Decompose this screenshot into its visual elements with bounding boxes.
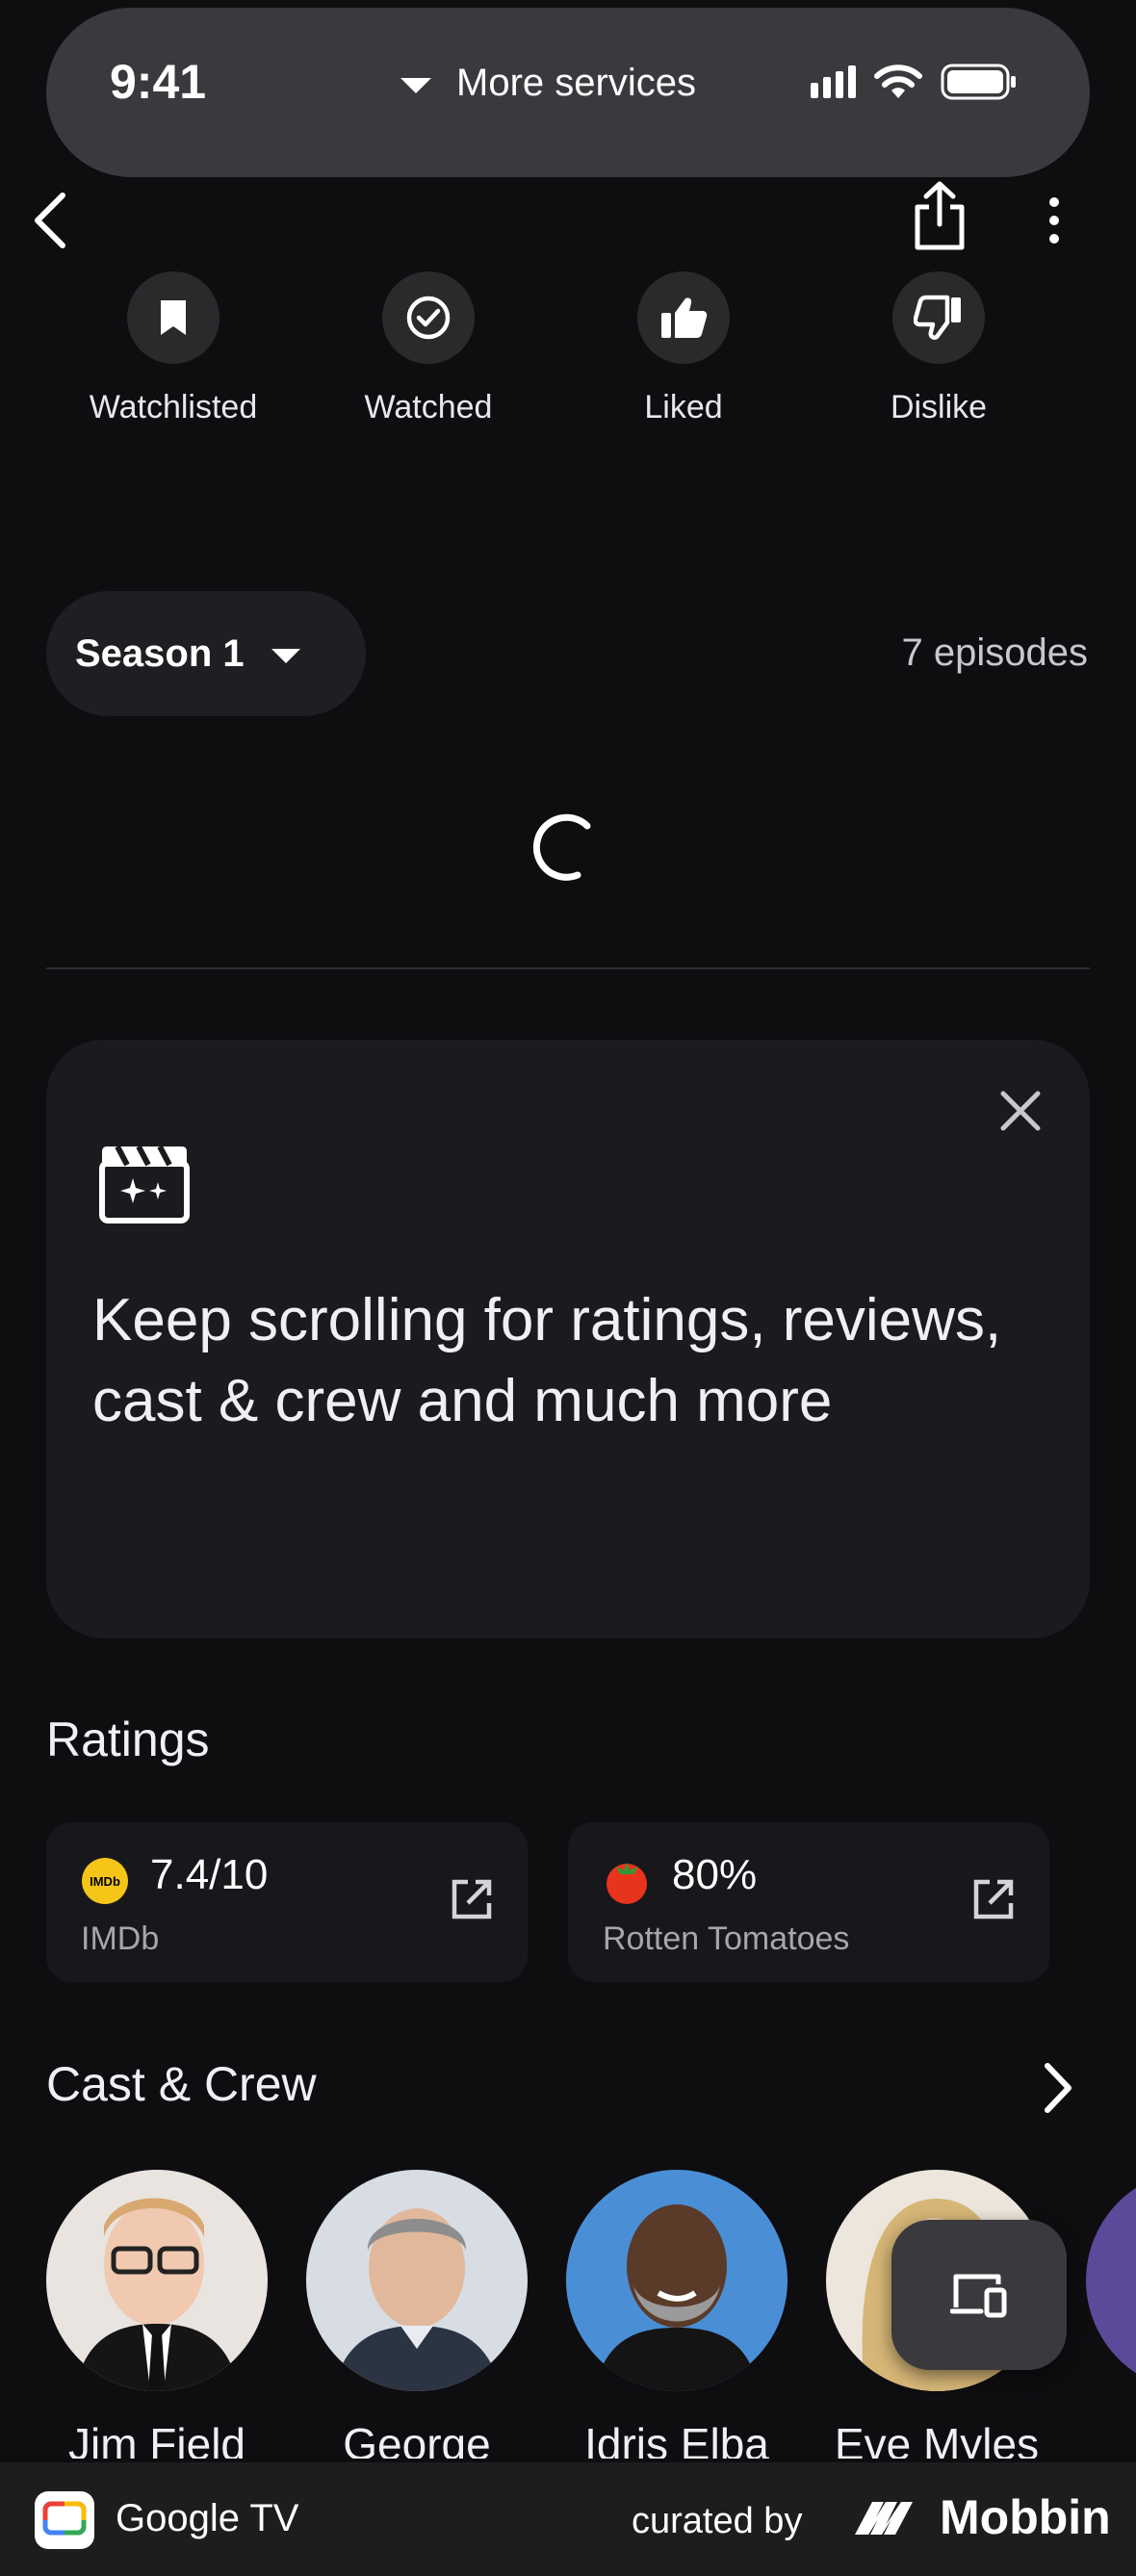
cast-name: George xyxy=(343,2419,491,2459)
liked-label: Liked xyxy=(644,389,723,425)
cast-member[interactable]: Jim Field xyxy=(46,2170,268,2459)
back-button[interactable] xyxy=(17,187,85,254)
ratings-title: Ratings xyxy=(46,1713,210,1766)
cast-to-device-button[interactable] xyxy=(891,2220,1067,2370)
cast-name: Idris Elba xyxy=(584,2419,769,2459)
imdb-score: 7.4/10 xyxy=(150,1851,269,1898)
close-icon xyxy=(1000,1091,1041,1131)
mobbin-label: Mobbin xyxy=(940,2490,1111,2544)
cellular-signal-icon xyxy=(811,65,856,98)
cast-name: Eve Myles xyxy=(834,2419,1040,2459)
imdb-rating-card[interactable]: IMDb 7.4/10 IMDb xyxy=(46,1822,528,1982)
footer-app-name: Google TV xyxy=(116,2497,299,2539)
more-services-button[interactable]: More services xyxy=(400,62,696,105)
cast-member[interactable] xyxy=(1086,2170,1136,2391)
watched-button[interactable]: Watched xyxy=(313,271,544,426)
loading-spinner-icon xyxy=(532,813,591,881)
rotten-tomatoes-source: Rotten Tomatoes xyxy=(603,1920,850,1957)
liked-button[interactable]: Liked xyxy=(568,271,799,426)
imdb-logo-icon: IMDb xyxy=(82,1858,128,1904)
cast-crew-title[interactable]: Cast & Crew xyxy=(46,2056,317,2112)
svg-text:IMDb: IMDb xyxy=(90,1874,120,1889)
rotten-tomatoes-rating-card[interactable]: 80% Rotten Tomatoes xyxy=(568,1822,1049,1982)
dislike-label: Dislike xyxy=(890,389,988,425)
share-icon xyxy=(915,181,965,250)
cast-name: Jim Field xyxy=(67,2419,246,2459)
avatar xyxy=(1086,2170,1136,2391)
open-external-icon xyxy=(973,1879,1014,1919)
mobbin-logo-icon xyxy=(855,2502,913,2535)
cast-crew-more-button[interactable] xyxy=(1028,2054,1086,2122)
scroll-tip-card: Keep scrolling for ratings, reviews, cas… xyxy=(46,1040,1090,1638)
footer-curated-by: curated by xyxy=(632,2501,803,2541)
cast-member[interactable]: Idris Elba xyxy=(566,2170,787,2459)
dislike-button[interactable]: Dislike xyxy=(823,271,1054,426)
imdb-source: IMDb xyxy=(81,1920,160,1957)
watched-label: Watched xyxy=(364,389,493,425)
battery-icon xyxy=(941,64,1016,100)
avatar xyxy=(46,2170,268,2391)
avatar xyxy=(306,2170,528,2391)
thumb-down-icon xyxy=(914,295,961,340)
caret-down-icon xyxy=(400,77,431,93)
attribution-footer: Google TV curated by Mobbin xyxy=(0,2462,1136,2576)
mobbin-brand: Mobbin xyxy=(853,2489,1111,2545)
chevron-left-icon xyxy=(35,193,65,248)
chevron-right-icon xyxy=(1045,2063,1071,2113)
divider xyxy=(46,967,1090,969)
episode-count: 7 episodes xyxy=(901,631,1088,674)
more-services-label: More services xyxy=(456,62,696,104)
status-time: 9:41 xyxy=(110,55,207,109)
watchlisted-label: Watchlisted xyxy=(89,389,258,425)
google-tv-logo-icon xyxy=(35,2491,94,2549)
season-dropdown[interactable]: Season 1 xyxy=(46,591,366,716)
avatar xyxy=(566,2170,787,2391)
cast-member[interactable]: George xyxy=(306,2170,528,2459)
clapperboard-sparkle-icon xyxy=(99,1145,190,1224)
rotten-tomatoes-score: 80% xyxy=(672,1851,758,1898)
caret-down-icon xyxy=(271,648,300,663)
season-label: Season 1 xyxy=(75,631,245,675)
wifi-icon xyxy=(874,64,922,98)
more-vert-icon xyxy=(1049,197,1059,207)
open-external-icon xyxy=(452,1879,492,1919)
watchlisted-button[interactable]: Watchlisted xyxy=(58,271,289,426)
top-app-bar xyxy=(0,177,1136,264)
status-icons xyxy=(811,64,1018,100)
thumb-up-icon xyxy=(661,297,708,338)
tomato-icon xyxy=(607,1863,647,1904)
action-row: Watchlisted Watched Liked Dislike xyxy=(0,271,1136,435)
close-button[interactable] xyxy=(992,1082,1049,1140)
share-button[interactable] xyxy=(905,177,974,254)
cast-device-icon xyxy=(950,2274,1007,2318)
more-options-button[interactable] xyxy=(1030,187,1078,254)
check-circle-icon xyxy=(406,296,451,340)
bookmark-icon xyxy=(161,300,186,335)
tip-text: Keep scrolling for ratings, reviews, cas… xyxy=(92,1287,1002,1434)
